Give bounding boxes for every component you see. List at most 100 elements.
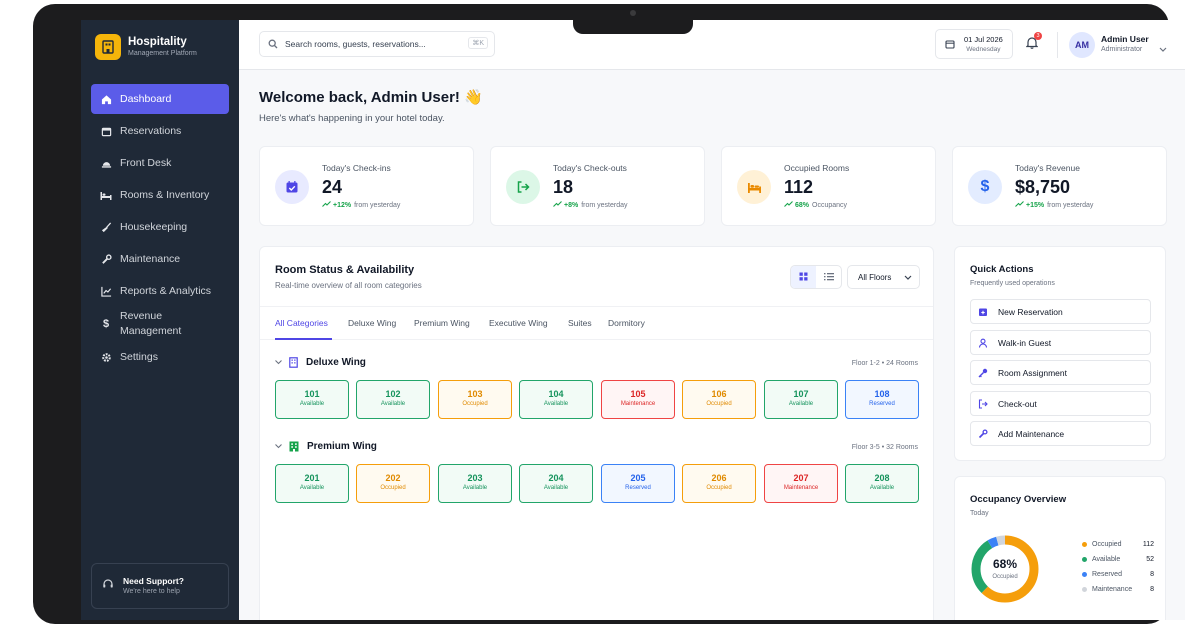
quick-actions-panel: Quick Actions Frequently used operations… xyxy=(954,246,1166,461)
room-status: Available xyxy=(299,485,325,491)
user-icon xyxy=(978,338,988,348)
occupancy-center-label: Occupied xyxy=(992,574,1018,580)
group-meta: Floor 1-2 • 24 Rooms xyxy=(851,360,918,367)
legend-label: Maintenance xyxy=(1092,586,1133,593)
sidebar-item-maintenance[interactable]: Maintenance xyxy=(91,244,229,274)
room-number: 106 xyxy=(711,389,727,399)
legend-dot xyxy=(1082,572,1087,577)
quick-action-label: Check-out xyxy=(998,398,1037,409)
chevron-down-icon xyxy=(275,360,282,365)
grid-view-button[interactable] xyxy=(791,266,816,288)
stat-value: $8,750 xyxy=(1015,177,1071,197)
sidebar-item-reports-analytics[interactable]: Reports & Analytics xyxy=(91,276,229,306)
support-card[interactable]: Need Support? We're here to help xyxy=(91,563,229,609)
legend-label: Occupied xyxy=(1092,541,1122,548)
divider xyxy=(1057,32,1058,58)
room-status: Available xyxy=(380,401,406,407)
legend-label: Available xyxy=(1092,556,1121,563)
room-card[interactable]: 201 Available xyxy=(275,464,349,503)
room-status: Occupied xyxy=(462,401,488,407)
tab-all-categories[interactable]: All Categories xyxy=(275,318,328,328)
trend-up-icon xyxy=(1015,201,1024,209)
room-card[interactable]: 101 Available xyxy=(275,380,349,419)
view-toggle xyxy=(790,265,842,289)
sidebar-item-revenue-management[interactable]: $ Revenue Management xyxy=(91,308,229,340)
quick-action-label: Room Assignment xyxy=(998,367,1067,378)
sidebar-item-dashboard[interactable]: Dashboard xyxy=(91,84,229,114)
search-input[interactable]: Search rooms, guests, reservations... ⌘K xyxy=(259,31,495,57)
stat-label: Today's Revenue xyxy=(1015,163,1080,173)
tab-premium-wing[interactable]: Premium Wing xyxy=(414,318,470,328)
tab-deluxe-wing[interactable]: Deluxe Wing xyxy=(348,318,396,328)
bed-icon xyxy=(737,170,771,204)
room-assignment-button[interactable]: Room Assignment xyxy=(970,360,1151,385)
tab-dormitory[interactable]: Dormitory xyxy=(608,318,645,328)
room-card[interactable]: 106 Occupied xyxy=(682,380,756,419)
support-title: Need Support? xyxy=(123,575,184,586)
camera-dot xyxy=(630,10,636,16)
room-card[interactable]: 108 Reserved xyxy=(845,380,919,419)
search-shortcut: ⌘K xyxy=(468,37,488,49)
room-card[interactable]: 104 Available xyxy=(519,380,593,419)
building-icon xyxy=(289,357,298,368)
room-card[interactable]: 102 Available xyxy=(356,380,430,419)
room-card[interactable]: 205 Reserved xyxy=(601,464,675,503)
legend-dot xyxy=(1082,587,1087,592)
room-status: Reserved xyxy=(869,401,895,407)
trend-value: +15% xyxy=(1026,201,1045,209)
notifications-button[interactable]: 3 xyxy=(1025,32,1042,54)
panel-title: Occupancy Overview xyxy=(970,494,1067,505)
group-name: Premium Wing xyxy=(307,441,377,452)
room-card[interactable]: 204 Available xyxy=(519,464,593,503)
room-status: Maintenance xyxy=(783,485,819,491)
floor-select[interactable]: All Floors xyxy=(847,265,920,289)
add-maintenance-button[interactable]: Add Maintenance xyxy=(970,421,1151,446)
room-card[interactable]: 207 Maintenance xyxy=(764,464,838,503)
room-number: 105 xyxy=(630,389,646,399)
chevron-down-icon[interactable] xyxy=(1159,40,1167,58)
floor-select-value: All Floors xyxy=(858,272,892,282)
laptop-frame: Hospitality Management Platform Dashboar… xyxy=(33,4,1185,624)
sidebar-item-front-desk[interactable]: Front Desk xyxy=(91,148,229,178)
tab-executive-wing[interactable]: Executive Wing xyxy=(489,318,548,328)
group-header-deluxe[interactable]: Deluxe Wing xyxy=(275,357,366,368)
user-name[interactable]: Admin User xyxy=(1101,34,1149,44)
sidebar-item-settings[interactable]: Settings xyxy=(91,342,229,372)
room-card[interactable]: 103 Occupied xyxy=(438,380,512,419)
sidebar-item-housekeeping[interactable]: Housekeeping xyxy=(91,212,229,242)
room-status: Occupied xyxy=(706,485,732,491)
room-card[interactable]: 208 Available xyxy=(845,464,919,503)
sidebar-item-rooms-inventory[interactable]: Rooms & Inventory xyxy=(91,180,229,210)
stat-value: 112 xyxy=(784,177,814,197)
logout-icon xyxy=(506,170,540,204)
sidebar-item-label: Reservations xyxy=(120,124,182,137)
trend-value: 68% xyxy=(795,201,810,209)
list-view-button[interactable] xyxy=(816,266,841,288)
avatar[interactable]: AM xyxy=(1069,32,1095,58)
user-role: Administrator xyxy=(1101,46,1143,53)
stat-label: Today's Check-outs xyxy=(553,163,627,173)
group-header-premium[interactable]: Premium Wing xyxy=(275,441,377,452)
brand: Hospitality Management Platform xyxy=(95,34,197,60)
date-display[interactable]: 01 Jul 2026 Wednesday xyxy=(935,29,1013,59)
wrench-icon xyxy=(978,428,988,439)
room-number: 202 xyxy=(385,473,401,483)
tab-suites[interactable]: Suites xyxy=(568,318,592,328)
room-number: 102 xyxy=(385,389,401,399)
chevron-down-icon xyxy=(275,444,282,449)
key-icon xyxy=(978,368,988,378)
panel-subtitle: Today xyxy=(970,510,989,517)
grid-icon xyxy=(799,268,808,286)
room-card[interactable]: 206 Occupied xyxy=(682,464,756,503)
room-card[interactable]: 105 Maintenance xyxy=(601,380,675,419)
sidebar-item-label: Front Desk xyxy=(120,156,172,169)
room-card[interactable]: 203 Available xyxy=(438,464,512,503)
building-icon xyxy=(289,441,299,452)
check-out-button[interactable]: Check-out xyxy=(970,391,1151,416)
room-card[interactable]: 107 Available xyxy=(764,380,838,419)
panel-title: Room Status & Availability xyxy=(275,264,415,276)
new-reservation-button[interactable]: New Reservation xyxy=(970,299,1151,324)
walk-in-guest-button[interactable]: Walk-in Guest xyxy=(970,330,1151,355)
sidebar-item-reservations[interactable]: Reservations xyxy=(91,116,229,146)
room-card[interactable]: 202 Occupied xyxy=(356,464,430,503)
